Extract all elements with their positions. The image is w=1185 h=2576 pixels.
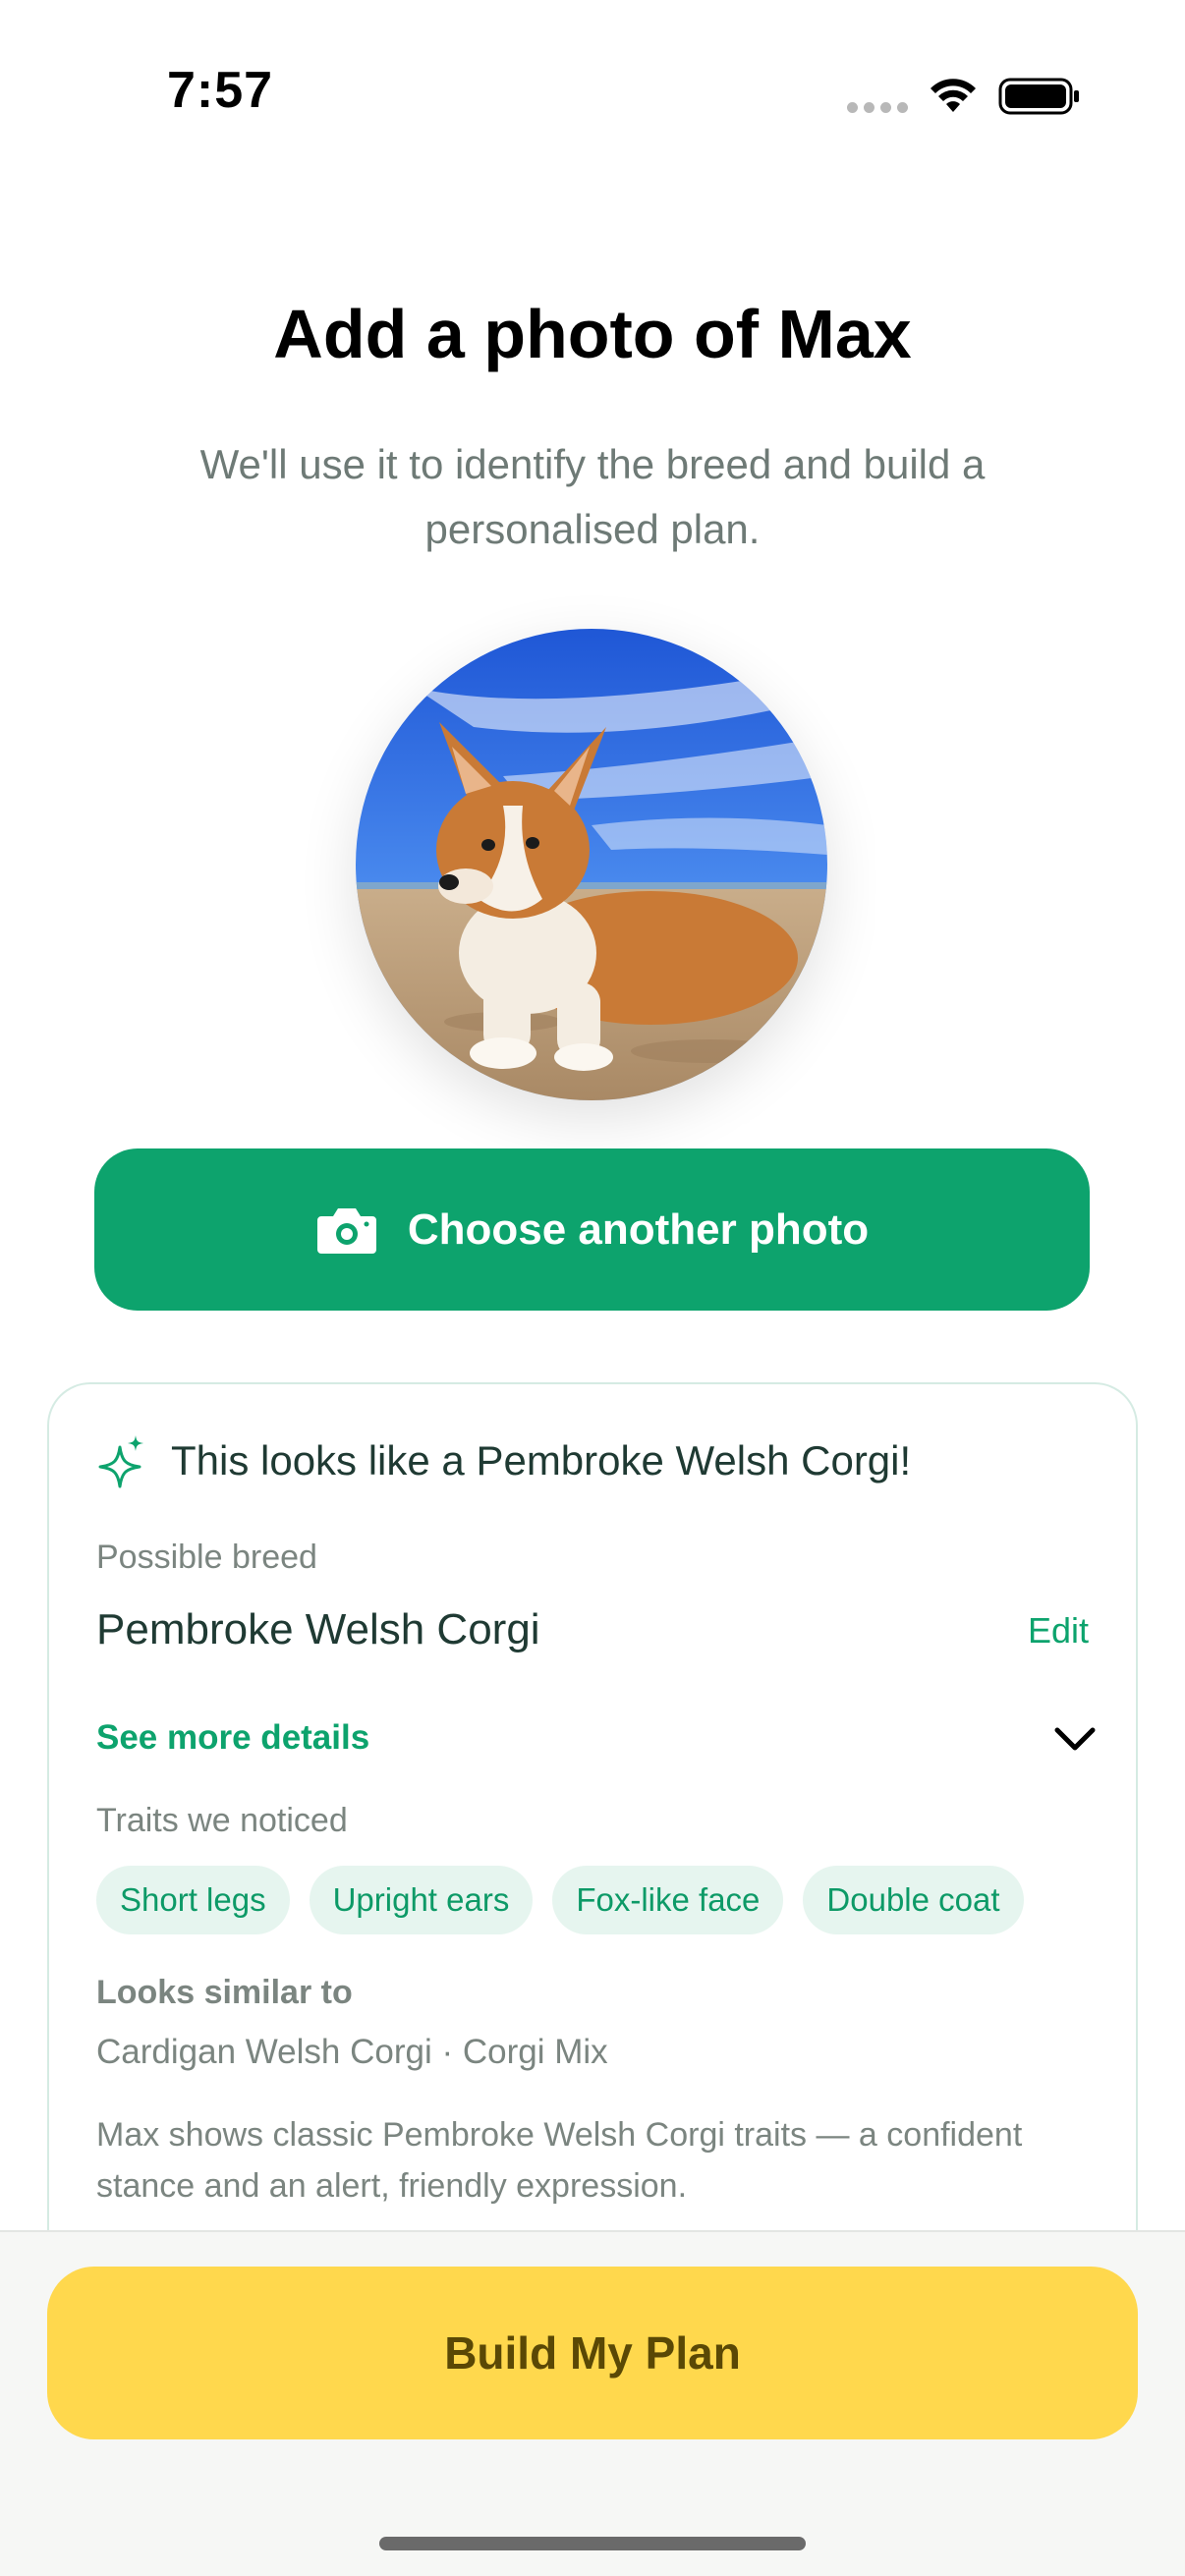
corgi-photo-image: [356, 629, 827, 1100]
see-more-details-toggle[interactable]: See more details: [96, 1718, 369, 1758]
breed-result-card: This looks like a Pembroke Welsh Corgi! …: [47, 1382, 1138, 2247]
camera-icon: [316, 1207, 376, 1254]
card-header: This looks like a Pembroke Welsh Corgi!: [98, 1433, 911, 1488]
traits-label: Traits we noticed: [96, 1802, 348, 1839]
pet-photo[interactable]: [356, 629, 827, 1100]
wifi-icon: [931, 79, 976, 112]
sparkle-icon: [98, 1435, 143, 1488]
trait-chip: Upright ears: [309, 1866, 534, 1934]
result-title: This looks like a Pembroke Welsh Corgi!: [171, 1437, 912, 1484]
build-my-plan-label: Build My Plan: [444, 2327, 741, 2379]
trait-chip: Fox-like face: [552, 1866, 784, 1934]
build-my-plan-button[interactable]: Build My Plan: [47, 2267, 1138, 2439]
battery-icon: [998, 78, 1079, 115]
similar-breeds-value: Cardigan Welsh Corgi · Corgi Mix: [96, 2033, 608, 2071]
trait-chip: Short legs: [96, 1866, 290, 1934]
trait-chip: Double coat: [803, 1866, 1024, 1934]
similar-label: Looks similar to: [96, 1974, 353, 2011]
chevron-down-icon[interactable]: [1053, 1724, 1097, 1754]
status-bar: 7:57: [0, 0, 1185, 196]
status-time: 7:57: [167, 62, 274, 119]
traits-list: Short legs Upright ears Fox-like face Do…: [96, 1866, 1024, 1934]
choose-another-photo-button[interactable]: Choose another photo: [94, 1148, 1090, 1311]
page-subtitle: We'll use it to identify the breed and b…: [199, 441, 986, 552]
breed-value: Pembroke Welsh Corgi: [96, 1605, 540, 1653]
edit-breed-button[interactable]: Edit: [1028, 1610, 1089, 1652]
home-indicator[interactable]: [379, 2537, 806, 2550]
choose-another-photo-label: Choose another photo: [407, 1204, 870, 1254]
cellular-signal-icon: [847, 102, 908, 113]
page-title: Add a photo of Max: [273, 296, 912, 372]
possible-breed-label: Possible breed: [96, 1539, 317, 1576]
breed-description: Max shows classic Pembroke Welsh Corgi t…: [96, 2116, 1023, 2205]
